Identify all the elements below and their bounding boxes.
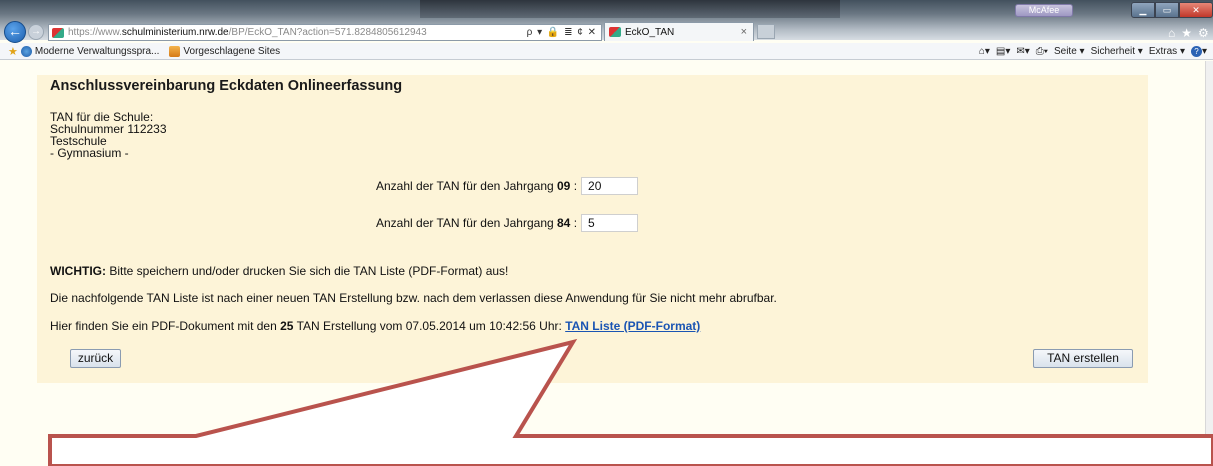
speech-bubble-shape <box>48 338 1213 466</box>
annotation-callout <box>48 338 1213 466</box>
